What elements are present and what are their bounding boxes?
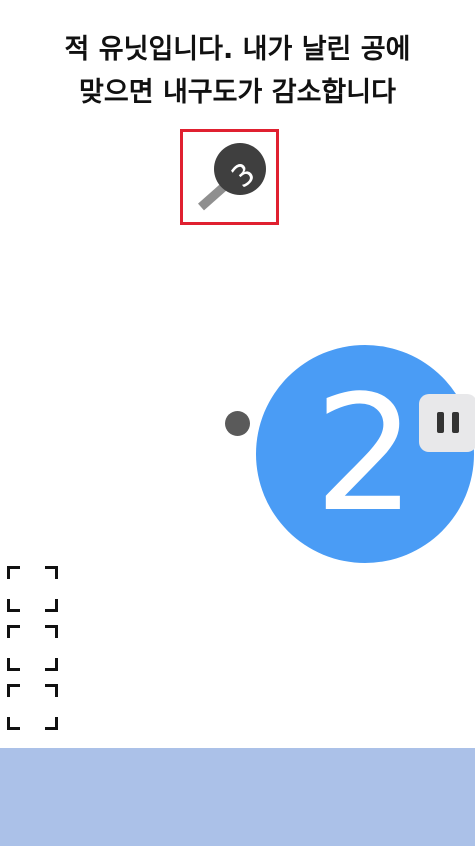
empty-slot[interactable] [7, 625, 58, 671]
empty-slot[interactable] [7, 684, 58, 730]
tutorial-instruction: 적 유닛입니다. 내가 날린 공에 맞으면 내구도가 감소합니다 [0, 28, 475, 114]
instruction-line-1: 적 유닛입니다. 내가 날린 공에 [64, 34, 411, 65]
empty-slot[interactable] [7, 566, 58, 612]
ground-area [0, 748, 475, 846]
pause-button[interactable] [419, 394, 475, 452]
enemy-unit-highlight: 3 [180, 129, 279, 225]
ball [225, 411, 250, 436]
instruction-line-2: 맞으면 내구도가 감소합니다 [79, 77, 396, 108]
player-unit-number: 2 [314, 360, 416, 547]
